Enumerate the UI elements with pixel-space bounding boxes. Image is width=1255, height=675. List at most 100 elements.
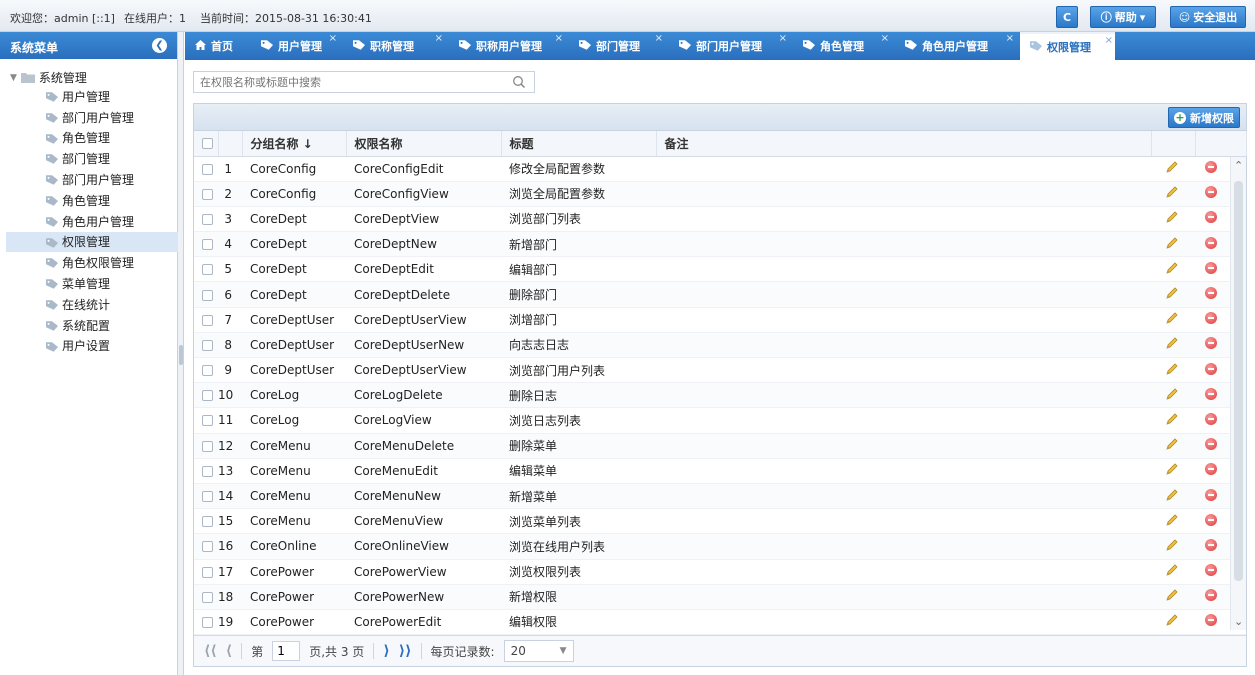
row-checkbox[interactable] (202, 491, 213, 503)
select-all-checkbox[interactable] (202, 138, 213, 150)
scroll-up-icon[interactable]: ⌃ (1234, 159, 1243, 172)
edit-pencil-icon[interactable] (1165, 513, 1179, 527)
edit-pencil-icon[interactable] (1165, 387, 1179, 401)
table-row[interactable]: 6 CoreDept CoreDeptDelete 删除部门 (194, 281, 1246, 308)
sidebar-item[interactable]: 在线统计 (6, 294, 178, 315)
row-select-cell[interactable] (194, 382, 218, 409)
page-number-input[interactable] (272, 641, 301, 661)
edit-pencil-icon[interactable] (1165, 160, 1179, 174)
row-select-cell[interactable] (194, 458, 218, 484)
tab[interactable]: 部门用户管理 × (669, 32, 789, 60)
row-checkbox[interactable] (202, 188, 213, 200)
row-select-cell[interactable] (194, 483, 218, 510)
row-select-cell[interactable] (194, 559, 218, 585)
sidebar-item[interactable]: 角色管理 (6, 128, 178, 149)
edit-pencil-icon[interactable] (1165, 488, 1179, 502)
sidebar-item[interactable]: 部门用户管理 (6, 169, 178, 190)
table-row[interactable]: 14 CoreMenu CoreMenuNew 新增菜单 (194, 483, 1246, 510)
row-checkbox[interactable] (202, 541, 213, 553)
add-permission-button[interactable]: + 新增权限 (1168, 107, 1240, 128)
delete-icon[interactable] (1205, 236, 1217, 249)
vertical-scrollbar[interactable]: ⌃ ⌄ (1230, 157, 1246, 630)
tab[interactable]: 权限管理 × (1020, 32, 1115, 60)
table-row[interactable]: 8 CoreDeptUser CoreDeptUserNew 向志志日志 (194, 332, 1246, 359)
delete-icon[interactable] (1205, 337, 1217, 350)
table-row[interactable]: 10 CoreLog CoreLogDelete 删除日志 (194, 382, 1246, 409)
group-name-header[interactable]: 分组名称 ↓ (242, 131, 347, 157)
row-select-cell[interactable] (194, 508, 218, 535)
help-button[interactable]: ⓘ 帮助 ▾ (1090, 6, 1156, 28)
edit-pencil-icon[interactable] (1165, 613, 1179, 627)
edit-pencil-icon[interactable] (1165, 437, 1179, 451)
scroll-down-icon[interactable]: ⌄ (1234, 615, 1243, 628)
edit-pencil-icon[interactable] (1165, 362, 1179, 376)
delete-icon[interactable] (1205, 362, 1217, 375)
collapse-sidebar-icon[interactable]: ❮ (152, 38, 167, 53)
row-checkbox[interactable] (202, 239, 213, 251)
row-checkbox[interactable] (202, 616, 213, 628)
tab[interactable]: 职称用户管理 × (449, 32, 565, 60)
tree-root-system[interactable]: ▼ 系统管理 (10, 69, 87, 86)
edit-pencil-icon[interactable] (1165, 336, 1179, 350)
row-select-cell[interactable] (194, 533, 218, 560)
table-row[interactable]: 17 CorePower CorePowerView 浏览权限列表 (194, 559, 1246, 585)
close-tab-icon[interactable]: × (881, 33, 889, 44)
delete-icon[interactable] (1205, 538, 1217, 551)
delete-icon[interactable] (1205, 438, 1217, 451)
table-row[interactable]: 1 CoreConfig CoreConfigEdit 修改全局配置参数 (194, 156, 1246, 182)
edit-pencil-icon[interactable] (1165, 261, 1179, 275)
edit-pencil-icon[interactable] (1165, 462, 1179, 476)
row-select-cell[interactable] (194, 433, 218, 459)
sidebar-item[interactable]: 部门用户管理 (6, 107, 178, 128)
delete-icon[interactable] (1205, 261, 1217, 274)
prev-page-icon[interactable]: ⟨ (226, 643, 232, 659)
tab[interactable]: 部门管理 × (569, 32, 665, 60)
sidebar-item[interactable]: 用户设置 (6, 336, 178, 357)
tab[interactable]: 用户管理 × (251, 32, 339, 60)
row-checkbox[interactable] (202, 339, 213, 351)
per-page-select[interactable]: 20 ▼ (503, 640, 574, 662)
table-row[interactable]: 12 CoreMenu CoreMenuDelete 删除菜单 (194, 433, 1246, 459)
sidebar-item[interactable]: 菜单管理 (6, 273, 178, 294)
row-checkbox[interactable] (202, 163, 213, 175)
table-row[interactable]: 11 CoreLog CoreLogView 浏览日志列表 (194, 407, 1246, 434)
sidebar-item[interactable]: 角色权限管理 (6, 252, 178, 273)
table-row[interactable]: 19 CorePower CorePowerEdit 编辑权限 (194, 609, 1246, 636)
row-select-cell[interactable] (194, 181, 218, 207)
table-row[interactable]: 3 CoreDept CoreDeptView 浏览部门列表 (194, 206, 1246, 233)
row-select-cell[interactable] (194, 609, 218, 636)
row-checkbox[interactable] (202, 365, 213, 377)
table-row[interactable]: 18 CorePower CorePowerNew 新增权限 (194, 584, 1246, 610)
tab[interactable]: 角色管理 × (793, 32, 891, 60)
close-tab-icon[interactable]: × (555, 33, 563, 44)
table-row[interactable]: 2 CoreConfig CoreConfigView 浏览全局配置参数 (194, 181, 1246, 207)
delete-icon[interactable] (1205, 589, 1217, 602)
row-checkbox[interactable] (202, 465, 213, 477)
expand-arrow-icon[interactable]: ▼ (10, 73, 17, 83)
close-tab-icon[interactable]: × (435, 33, 443, 44)
refresh-button[interactable]: C (1056, 6, 1078, 28)
row-checkbox[interactable] (202, 440, 213, 452)
row-select-cell[interactable] (194, 307, 218, 333)
row-select-cell[interactable] (194, 407, 218, 434)
close-tab-icon[interactable]: × (329, 33, 337, 44)
table-row[interactable]: 13 CoreMenu CoreMenuEdit 编辑菜单 (194, 458, 1246, 484)
row-select-cell[interactable] (194, 357, 218, 384)
close-tab-icon[interactable]: × (779, 33, 787, 44)
table-row[interactable]: 4 CoreDept CoreDeptNew 新增部门 (194, 231, 1246, 258)
edit-pencil-icon[interactable] (1165, 210, 1179, 224)
search-input[interactable] (194, 72, 504, 92)
permission-name-header[interactable]: 权限名称 (346, 131, 502, 157)
sidebar-item[interactable]: 角色用户管理 (6, 211, 178, 232)
first-page-icon[interactable]: ⟨⟨ (204, 643, 217, 659)
sidebar-item[interactable]: 用户管理 (6, 86, 178, 107)
row-select-cell[interactable] (194, 332, 218, 359)
tab[interactable]: 首页 (185, 32, 247, 60)
next-page-icon[interactable]: ⟩ (383, 643, 389, 659)
delete-icon[interactable] (1205, 211, 1217, 224)
search-icon[interactable] (512, 75, 526, 89)
remark-header[interactable]: 备注 (656, 131, 1152, 157)
splitter-grip[interactable] (179, 345, 183, 365)
edit-pencil-icon[interactable] (1165, 311, 1179, 325)
row-checkbox[interactable] (202, 213, 213, 225)
